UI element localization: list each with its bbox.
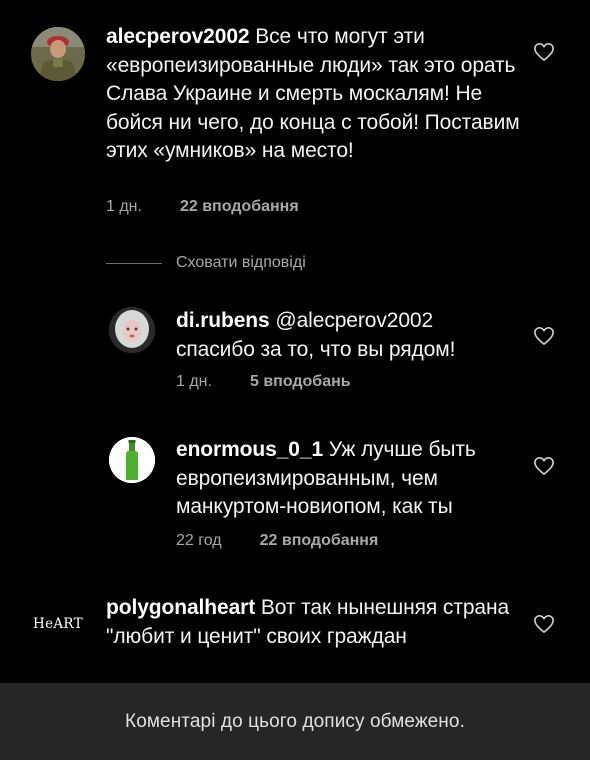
likes-count[interactable]: 22 вподобання bbox=[260, 532, 379, 550]
like-heart-icon[interactable] bbox=[533, 326, 555, 346]
comments-restricted-label: Коментарі до цього допису обмежено. bbox=[125, 710, 465, 732]
comment-time: 22 год bbox=[176, 532, 222, 549]
username[interactable]: alecperov2002 bbox=[106, 25, 250, 48]
username[interactable]: polygonalheart bbox=[106, 596, 255, 619]
comment-text: alecperov2002 Все что могут эти «европеи… bbox=[106, 23, 526, 166]
soldier-photo-icon bbox=[31, 27, 85, 81]
bottle-icon bbox=[109, 437, 155, 483]
comment-time: 1 дн. bbox=[106, 198, 142, 215]
hide-replies-label: Сховати відповіді bbox=[176, 254, 306, 271]
like-heart-icon[interactable] bbox=[533, 456, 555, 476]
avatar-alecperov2002[interactable] bbox=[31, 27, 85, 81]
comment-text: di.rubens @alecperov2002 спасибо за то, … bbox=[176, 307, 516, 364]
likes-count[interactable]: 22 вподобання bbox=[180, 198, 299, 216]
comment-time: 1 дн. bbox=[176, 373, 212, 390]
avatar-enormous[interactable] bbox=[109, 437, 155, 483]
like-heart-icon[interactable] bbox=[533, 42, 555, 62]
avatar-polygonalheart[interactable]: HeART bbox=[33, 616, 85, 640]
comments-restricted-banner: Коментарі до цього допису обмежено. bbox=[0, 683, 590, 760]
like-heart-icon[interactable] bbox=[533, 614, 555, 634]
portrait-illustration-icon bbox=[109, 307, 155, 353]
username[interactable]: enormous_0_1 bbox=[176, 438, 323, 461]
username[interactable]: di.rubens bbox=[176, 309, 270, 332]
likes-count[interactable]: 5 вподобань bbox=[250, 373, 351, 391]
comment-text: enormous_0_1 Уж лучше быть европеизмиров… bbox=[176, 436, 516, 522]
hide-replies-button[interactable]: Сховати відповіді bbox=[106, 252, 306, 274]
avatar-logo-text: HeART bbox=[33, 616, 83, 632]
comment-meta: 1 дн. 22 вподобання bbox=[106, 198, 299, 216]
comment-text: polygonalheart Вот так нынешняя страна "… bbox=[106, 594, 526, 651]
avatar-di-rubens[interactable] bbox=[109, 307, 155, 353]
comment-meta: 1 дн. 5 вподобань bbox=[176, 373, 351, 391]
comment-meta: 22 год 22 вподобання bbox=[176, 532, 378, 550]
divider-line bbox=[106, 262, 162, 264]
